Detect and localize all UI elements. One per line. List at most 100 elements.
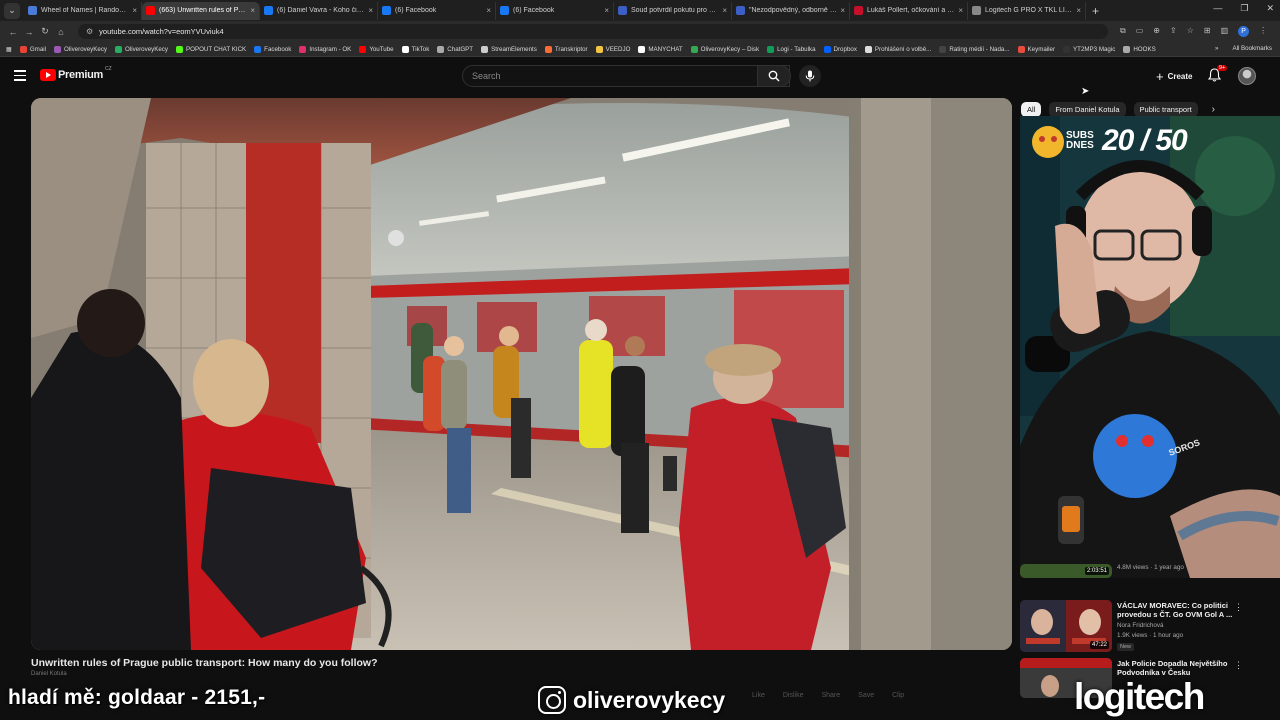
tab-close-icon[interactable]: × xyxy=(1076,6,1081,15)
bookmark-favicon xyxy=(1123,45,1131,53)
new-tab-button[interactable]: + xyxy=(1092,4,1099,18)
subs-count: 20 / 50 xyxy=(1102,124,1188,157)
address-bar-icons: ⧉ ▭ ⊕ ⇪ ☆ ⊞ ▥ P ⋮ xyxy=(1120,26,1267,37)
bookmark-label: POPOUT CHAT KICK xyxy=(186,45,247,53)
minimize-icon[interactable]: — xyxy=(1213,3,1222,14)
back-icon[interactable]: ← xyxy=(6,27,20,37)
search-input[interactable]: Search xyxy=(462,65,790,87)
home-icon[interactable]: ⌂ xyxy=(54,27,68,37)
bookmark-star-icon[interactable]: ☆ xyxy=(1187,26,1194,37)
notifications-button[interactable]: 9+ xyxy=(1207,65,1228,87)
voice-search-button[interactable] xyxy=(799,65,821,87)
video-channel[interactable]: Daniel Kotula xyxy=(31,671,67,677)
browser-tab[interactable]: (6) Daniel Vavra - Koho čist a ší× xyxy=(260,1,378,20)
bookmark-item[interactable]: POPOUT CHAT KICK xyxy=(176,45,247,53)
share-button[interactable]: Share xyxy=(821,692,840,699)
menu-icon[interactable]: ⋮ xyxy=(1259,26,1267,37)
video-title[interactable]: Jak Policie Dopadla Největšího Podvodník… xyxy=(1117,659,1249,677)
video-thumbnail[interactable]: 2:03:51 xyxy=(1020,564,1112,578)
video-player[interactable] xyxy=(31,98,1012,650)
bookmark-item[interactable]: VEEDJO xyxy=(595,45,630,53)
browser-tab[interactable]: Wheel of Names | Random nam× xyxy=(24,1,142,20)
like-button[interactable]: Like xyxy=(752,692,765,699)
bookmark-item[interactable]: OliveroveyKecy xyxy=(54,45,107,53)
all-bookmarks-button[interactable]: All Bookmarks xyxy=(1232,45,1272,52)
tab-favicon xyxy=(28,6,37,15)
bookmark-item[interactable]: Gmail xyxy=(19,45,46,53)
chip-from-channel[interactable]: From Daniel Kotula xyxy=(1049,102,1126,117)
bookmark-item[interactable]: Dropbox xyxy=(823,45,857,53)
tab-search-icon[interactable]: ⌄ xyxy=(4,2,20,19)
window-controls: — ❐ ✕ xyxy=(1213,3,1274,14)
bookmarks-overflow[interactable]: » xyxy=(1215,45,1218,52)
sidebar-icon[interactable]: ▥ xyxy=(1221,26,1229,37)
bookmark-item[interactable]: Transkriptor xyxy=(544,45,588,53)
youtube-logo[interactable]: Premium CZ xyxy=(40,66,112,81)
bookmark-item[interactable]: YT2MP3 Magic xyxy=(1063,45,1115,53)
bookmark-item[interactable]: YouTube xyxy=(359,45,394,53)
chevron-right-icon[interactable]: › xyxy=(1212,104,1215,115)
clip-button[interactable]: Clip xyxy=(892,692,904,699)
extensions-icon[interactable]: ⊞ xyxy=(1204,26,1211,37)
apps-icon[interactable]: ▦ xyxy=(6,46,12,53)
reload-icon[interactable]: ↻ xyxy=(38,26,52,37)
tab-close-icon[interactable]: × xyxy=(604,6,609,15)
tab-close-icon[interactable]: × xyxy=(958,6,963,15)
bookmark-item[interactable]: OliverovyKecy – Disk xyxy=(690,45,759,53)
tab-close-icon[interactable]: × xyxy=(132,6,137,15)
chip-all[interactable]: All xyxy=(1021,102,1042,117)
tab-close-icon[interactable]: × xyxy=(368,6,373,15)
profile-avatar[interactable]: P xyxy=(1238,26,1250,37)
search-button[interactable] xyxy=(757,65,791,87)
browser-tab[interactable]: (663) Unwritten rules of Prague × xyxy=(142,1,260,20)
related-item[interactable]: 2:03:51 4.8M views · 1 year ago xyxy=(1020,564,1272,582)
site-info-icon[interactable]: ⚙ xyxy=(86,27,93,36)
bookmark-item[interactable]: HOOKS xyxy=(1123,45,1156,53)
video-thumbnail[interactable]: 47:22 xyxy=(1020,600,1112,652)
create-button[interactable]: + Create xyxy=(1148,67,1201,85)
bookmark-item[interactable]: MANYCHAT xyxy=(638,45,683,53)
share-icon[interactable]: ⇪ xyxy=(1170,26,1177,37)
browser-tab[interactable]: (6) Facebook × xyxy=(378,1,496,20)
account-avatar[interactable] xyxy=(1238,67,1256,85)
bookmark-item[interactable]: Facebook xyxy=(254,45,291,53)
browser-tab[interactable]: "Nezodpovědný, odborně neo × xyxy=(732,1,850,20)
hamburger-menu-icon[interactable] xyxy=(14,70,26,81)
browser-tab[interactable]: Soud potvrdil pokutu pro advo × xyxy=(614,1,732,20)
chip-public-transport[interactable]: Public transport xyxy=(1133,102,1198,117)
bookmark-item[interactable]: Prohlášení o volbě... xyxy=(864,45,931,53)
bookmark-item[interactable]: Keymailer xyxy=(1017,45,1055,53)
bookmark-item[interactable]: StreamElements xyxy=(481,45,537,53)
cast-icon[interactable]: ▭ xyxy=(1136,26,1144,37)
browser-tab[interactable]: Logitech G PRO X TKL LIGHTSP× xyxy=(968,1,1086,20)
tab-close-icon[interactable]: × xyxy=(722,6,727,15)
tab-close-icon[interactable]: × xyxy=(250,6,255,15)
related-item[interactable]: 47:22 VÁCLAV MORAVEC: Co politici proved… xyxy=(1020,600,1272,656)
tab-close-icon[interactable]: × xyxy=(486,6,491,15)
bookmark-item[interactable]: ChatGPT xyxy=(437,45,473,53)
instagram-overlay: oliverovykecy xyxy=(538,686,725,714)
url-field[interactable]: ⚙ youtube.com/watch?v=eomYVUviuk4 xyxy=(78,24,1108,39)
bookmark-item[interactable]: Rating médií - Nada... xyxy=(939,45,1010,53)
zoom-icon[interactable]: ⊕ xyxy=(1153,26,1160,37)
bookmark-item[interactable]: TikTok xyxy=(401,45,429,53)
channel-name[interactable]: Nora Fridrichová xyxy=(1117,622,1164,629)
maximize-icon[interactable]: ❐ xyxy=(1240,3,1248,14)
close-window-icon[interactable]: ✕ xyxy=(1266,3,1274,14)
bookmark-item[interactable]: OliveroveyKecy xyxy=(115,45,168,53)
video-title[interactable]: VÁCLAV MORAVEC: Co politici provedou s Č… xyxy=(1117,601,1249,619)
forward-icon[interactable]: → xyxy=(22,27,36,37)
browser-tab[interactable]: Lukáš Pollert, očkování a muta × xyxy=(850,1,968,20)
translate-icon[interactable]: ⧉ xyxy=(1120,26,1126,37)
bookmark-item[interactable]: Instagram - OK xyxy=(299,45,351,53)
tab-favicon xyxy=(736,6,745,15)
more-options-icon[interactable]: ⋮ xyxy=(1234,660,1243,671)
dislike-button[interactable]: Dislike xyxy=(783,692,804,699)
video-frame xyxy=(31,98,1012,650)
bookmarks-bar: ▦ Gmail OliveroveyKecy OliveroveyKecy POPOU… xyxy=(0,42,1280,57)
tab-close-icon[interactable]: × xyxy=(840,6,845,15)
browser-tab[interactable]: (6) Facebook × xyxy=(496,1,614,20)
bookmark-item[interactable]: Logi - Tabulka xyxy=(767,45,816,53)
more-options-icon[interactable]: ⋮ xyxy=(1234,602,1243,613)
save-button[interactable]: Save xyxy=(858,692,874,699)
